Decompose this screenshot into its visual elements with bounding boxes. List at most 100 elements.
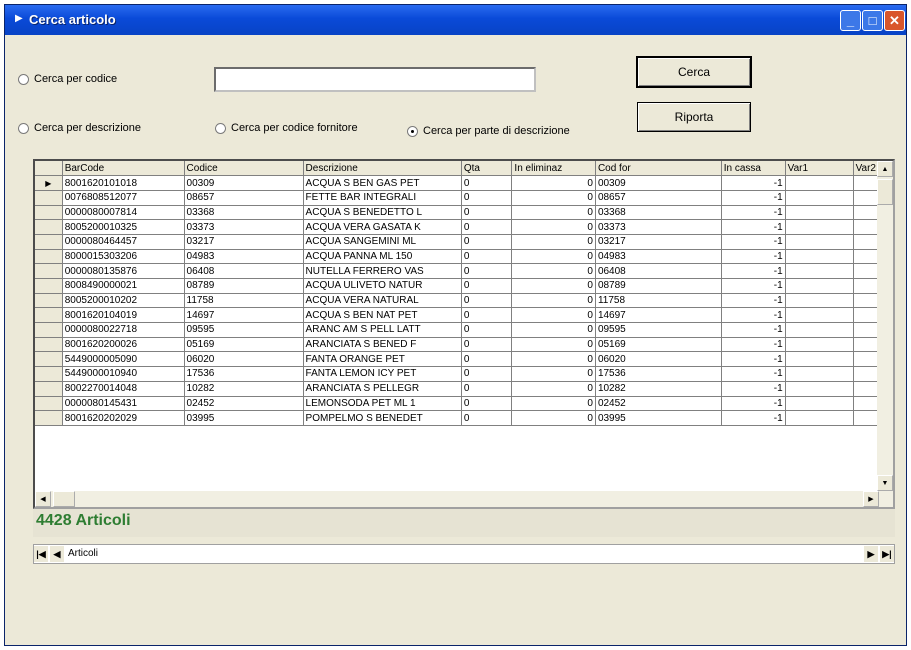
table-cell[interactable]: 0 — [511, 293, 596, 309]
first-record-icon[interactable]: |◀ — [34, 546, 48, 562]
column-header[interactable]: Descrizione — [303, 161, 462, 177]
column-header[interactable]: BarCode — [62, 161, 185, 177]
column-header[interactable]: In cassa — [721, 161, 786, 177]
table-cell[interactable]: 0000080135876 — [62, 263, 185, 279]
table-cell[interactable]: 0000080464457 — [62, 234, 185, 250]
table-cell[interactable]: 08657 — [184, 190, 304, 206]
table-cell[interactable]: -1 — [721, 278, 786, 294]
table-cell[interactable]: 17536 — [595, 366, 722, 382]
table-cell[interactable]: -1 — [721, 263, 786, 279]
table-cell[interactable]: 17536 — [184, 366, 304, 382]
row-selector[interactable] — [35, 381, 63, 397]
table-cell[interactable]: -1 — [721, 205, 786, 221]
table-cell[interactable]: 0 — [511, 219, 596, 235]
table-cell[interactable]: 0 — [461, 190, 513, 206]
table-cell[interactable]: 05169 — [595, 337, 722, 353]
table-cell[interactable]: 10282 — [184, 381, 304, 397]
previous-record-icon[interactable]: ◀ — [50, 546, 64, 562]
table-cell[interactable]: 02452 — [595, 396, 722, 412]
table-cell[interactable]: ACQUA S BEN NAT PET — [303, 307, 462, 324]
radio-search-by-supplier-code[interactable]: Cerca per codice fornitore — [215, 122, 358, 134]
table-cell[interactable]: 8005200010325 — [62, 219, 185, 235]
table-cell[interactable]: 03217 — [595, 234, 722, 250]
table-cell[interactable]: 0000080007814 — [62, 205, 185, 221]
table-cell[interactable]: -1 — [721, 337, 786, 353]
table-cell[interactable]: 03368 — [184, 205, 304, 221]
table-cell[interactable]: 0 — [461, 322, 513, 338]
table-cell[interactable]: 0076808512077 — [62, 190, 185, 206]
table-cell[interactable]: 04983 — [595, 249, 722, 265]
table-cell[interactable]: 03373 — [595, 219, 722, 235]
horizontal-scrollbar[interactable]: ◀ ▶ — [35, 491, 893, 507]
table-cell[interactable]: 8002270014048 — [62, 381, 185, 397]
scroll-right-icon[interactable]: ▶ — [863, 491, 879, 507]
table-cell[interactable]: 0 — [461, 278, 513, 294]
table-cell[interactable]: 8001620104019 — [62, 307, 185, 324]
table-cell[interactable]: ARANCIATA S PELLEGR — [303, 381, 462, 397]
table-row[interactable]: ▶ 8001620101018 00309 ACQUA S BEN GAS PET 0 0… — [35, 175, 893, 191]
table-cell[interactable]: -1 — [721, 293, 786, 309]
table-cell[interactable]: 5449000005090 — [62, 351, 185, 368]
table-cell[interactable]: 0 — [511, 190, 596, 206]
table-cell[interactable]: 06408 — [595, 263, 722, 279]
table-cell[interactable]: ACQUA PANNA ML 150 — [303, 249, 462, 265]
table-cell[interactable]: 11758 — [184, 293, 304, 309]
table-row[interactable]: 0000080464457 03217 ACQUA SANGEMINI ML 0 0 03… — [35, 234, 893, 250]
column-header[interactable]: Codice — [184, 161, 304, 177]
current-row-indicator-icon[interactable]: ▶ — [35, 175, 63, 191]
table-cell[interactable]: 00309 — [184, 175, 304, 191]
table-cell[interactable]: 0 — [511, 278, 596, 294]
table-cell[interactable]: 0 — [461, 219, 513, 235]
scroll-thumb[interactable] — [877, 179, 893, 205]
table-cell[interactable]: -1 — [721, 307, 786, 324]
table-row[interactable]: 8001620202029 03995 POMPELMO S BENEDET 0 0 03… — [35, 410, 893, 426]
table-cell[interactable]: 0 — [461, 337, 513, 353]
row-selector[interactable] — [35, 396, 63, 412]
table-cell[interactable] — [785, 219, 854, 235]
table-cell[interactable]: POMPELMO S BENEDET — [303, 410, 462, 426]
table-cell[interactable]: 11758 — [595, 293, 722, 309]
table-cell[interactable]: 09595 — [595, 322, 722, 338]
table-cell[interactable] — [785, 410, 854, 426]
next-record-icon[interactable]: ▶ — [864, 546, 878, 562]
table-cell[interactable]: 0 — [511, 410, 596, 426]
table-cell[interactable]: -1 — [721, 175, 786, 191]
table-cell[interactable]: ACQUA S BEN GAS PET — [303, 175, 462, 191]
table-cell[interactable]: 0 — [511, 351, 596, 368]
table-cell[interactable]: 0 — [511, 249, 596, 265]
table-row[interactable]: 8001620104019 14697 ACQUA S BEN NAT PET 0 0 1… — [35, 307, 893, 324]
table-row[interactable]: 8005200010325 03373 ACQUA VERA GASATA K000… — [35, 219, 893, 235]
table-cell[interactable]: -1 — [721, 396, 786, 412]
row-selector[interactable] — [35, 205, 63, 221]
table-cell[interactable] — [785, 351, 854, 368]
row-selector[interactable] — [35, 278, 63, 294]
table-cell[interactable]: 0 — [461, 396, 513, 412]
table-cell[interactable]: -1 — [721, 381, 786, 397]
table-cell[interactable] — [785, 307, 854, 324]
table-cell[interactable]: ACQUA SANGEMINI ML — [303, 234, 462, 250]
vertical-scrollbar[interactable]: ▲ ▼ — [877, 161, 893, 491]
maximize-button[interactable]: □ — [862, 10, 883, 31]
table-cell[interactable]: 0000080022718 — [62, 322, 185, 338]
scroll-thumb[interactable] — [53, 491, 75, 507]
table-cell[interactable]: 09595 — [184, 322, 304, 338]
table-cell[interactable]: -1 — [721, 322, 786, 338]
row-selector[interactable] — [35, 263, 63, 279]
table-cell[interactable]: 03217 — [184, 234, 304, 250]
title-bar[interactable]: ▶ Cerca articolo _ □ ✕ — [5, 5, 906, 35]
table-cell[interactable]: ACQUA ULIVETO NATUR — [303, 278, 462, 294]
table-cell[interactable] — [785, 322, 854, 338]
column-header[interactable]: In eliminaz — [511, 161, 596, 177]
table-cell[interactable]: 0 — [511, 175, 596, 191]
table-cell[interactable]: 8005200010202 — [62, 293, 185, 309]
table-row[interactable]: 5449000010940 17536 FANTA LEMON ICY PET 0 0 1… — [35, 366, 893, 382]
table-cell[interactable]: -1 — [721, 351, 786, 368]
table-row[interactable]: 5449000005090 06020 FANTA ORANGE PET 0 0 0602… — [35, 351, 893, 368]
table-cell[interactable]: -1 — [721, 249, 786, 265]
table-cell[interactable]: 0 — [461, 351, 513, 368]
table-cell[interactable] — [785, 278, 854, 294]
row-selector[interactable] — [35, 190, 63, 206]
table-cell[interactable] — [785, 234, 854, 250]
close-button[interactable]: ✕ — [884, 10, 905, 31]
radio-search-by-code[interactable]: Cerca per codice — [18, 73, 117, 85]
